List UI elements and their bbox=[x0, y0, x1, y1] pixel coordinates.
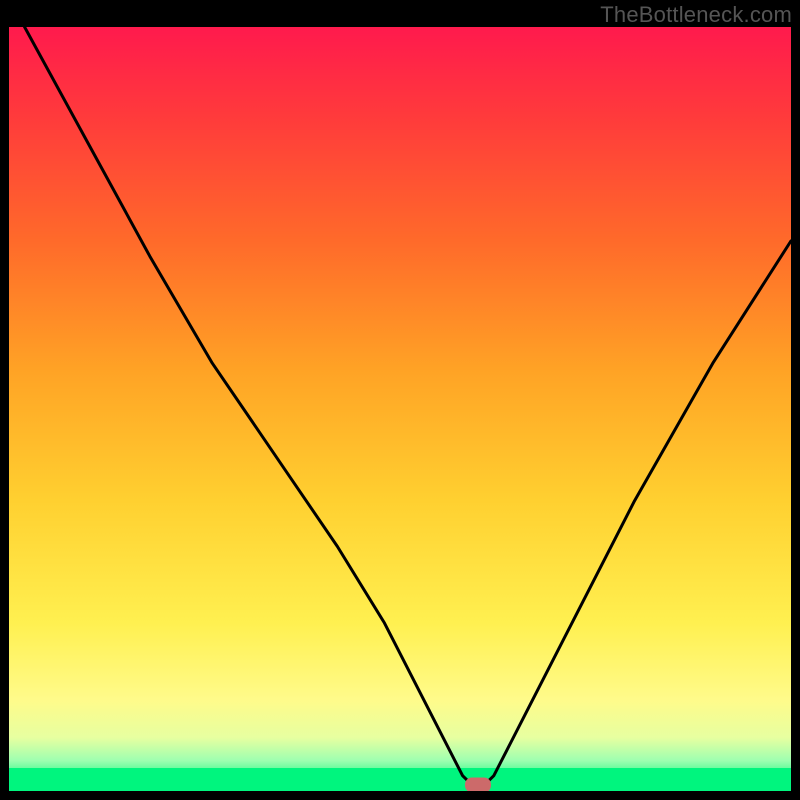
bottleneck-curve bbox=[25, 27, 791, 791]
plot-outer bbox=[9, 27, 791, 791]
watermark-text: TheBottleneck.com bbox=[600, 2, 792, 28]
chart-frame: TheBottleneck.com bbox=[0, 0, 800, 800]
current-point-marker bbox=[465, 778, 491, 792]
plot-area bbox=[9, 27, 791, 791]
bottleneck-curve-svg bbox=[9, 27, 791, 791]
